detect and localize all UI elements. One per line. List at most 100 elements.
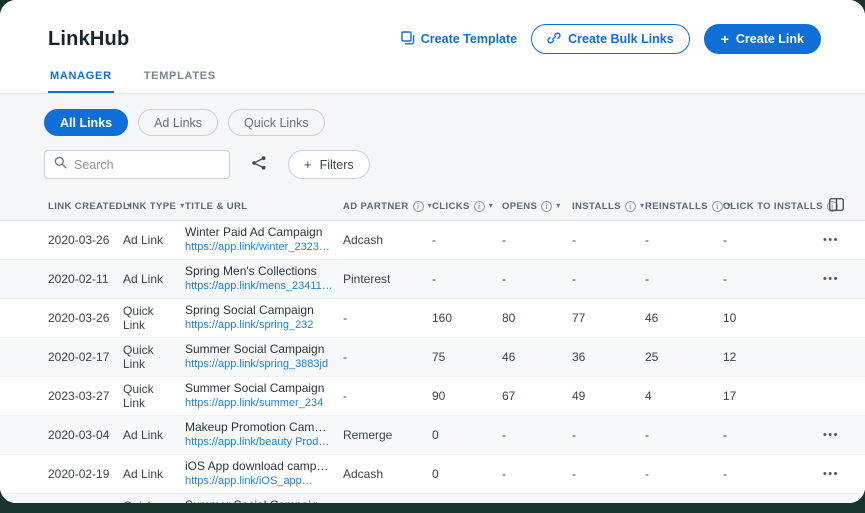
- cell-reinstalls: 4: [645, 389, 652, 403]
- cell-title-url: iOS App download campaign https://app.li…: [185, 455, 343, 493]
- cell-link-type: Quick Link: [123, 499, 185, 503]
- link-url[interactable]: https://app.link/spring_3883jd: [185, 357, 333, 372]
- cell-title-url: Winter Paid Ad Campaign https://app.link…: [185, 221, 343, 259]
- tab-templates[interactable]: TEMPLATES: [142, 64, 218, 93]
- info-icon[interactable]: i: [711, 200, 723, 212]
- cell-row-menu: •••: [813, 350, 847, 365]
- column-ad-partner[interactable]: AD PARTNER i ▾: [343, 200, 432, 212]
- link-url[interactable]: https://app.link/mens_23411_34: [185, 279, 333, 294]
- column-clicks[interactable]: CLICKS i ▾: [432, 200, 502, 212]
- cell-opens: -: [502, 467, 506, 481]
- link-url[interactable]: https://app.link/iOS_app…: [185, 474, 333, 489]
- row-menu-button[interactable]: •••: [821, 428, 841, 443]
- table-row: 2020-02-11 Ad Link Spring Men's Collecti…: [0, 260, 865, 299]
- cell-installs: 49: [572, 389, 586, 403]
- cell-link-created: 2020-03-26: [48, 233, 110, 247]
- column-picker-button[interactable]: [825, 196, 847, 216]
- column-installs[interactable]: INSTALLS i ▾: [572, 200, 645, 212]
- cell-ad-partner: -: [343, 389, 347, 403]
- cell-reinstalls: 46: [645, 311, 659, 325]
- create-template-label: Create Template: [420, 32, 518, 46]
- table-row: 2023-03-27 Quick Link Summer Social Camp…: [0, 377, 865, 416]
- cell-opens: 80: [502, 311, 516, 325]
- link-url[interactable]: https://app.link/spring_232: [185, 318, 333, 333]
- cell-link-type: Ad Link: [123, 467, 164, 481]
- table-row: 2020-03-26 Ad Link Winter Paid Ad Campai…: [0, 221, 865, 260]
- cell-link-type: Ad Link: [123, 428, 164, 442]
- create-bulk-links-button[interactable]: Create Bulk Links: [531, 24, 690, 54]
- link-title: Summer Social Campaign: [185, 342, 325, 356]
- column-link-type[interactable]: LINK TYPE ▾: [123, 201, 185, 212]
- link-url[interactable]: https://app.link/beauty Produc…: [185, 435, 333, 450]
- cell-opens: 67: [502, 389, 516, 403]
- info-icon[interactable]: i: [473, 200, 485, 212]
- cell-title-url: Summer Social Campaign https://app.link/…: [185, 377, 343, 415]
- sort-caret-icon: ▾: [180, 201, 185, 210]
- cell-click-to-installs: 17: [723, 389, 737, 403]
- share-icon: [251, 155, 267, 174]
- info-icon[interactable]: i: [624, 200, 636, 212]
- header-actions: Create Template Create Bulk Links + Crea…: [401, 24, 821, 54]
- filters-button[interactable]: + Filters: [288, 150, 370, 179]
- cell-title-url: Makeup Promotion Campaign https://app.li…: [185, 416, 343, 454]
- cell-clicks: -: [432, 233, 436, 247]
- cell-link-type: Ad Link: [123, 233, 164, 247]
- create-link-label: Create Link: [735, 32, 804, 46]
- column-opens[interactable]: OPENS i ▾: [502, 200, 572, 212]
- row-menu-button[interactable]: •••: [821, 272, 841, 287]
- create-link-button[interactable]: + Create Link: [703, 24, 821, 54]
- link-title: Summer Social Campaign 2022: [185, 498, 333, 503]
- cell-clicks: 160: [432, 311, 453, 325]
- cell-installs: -: [572, 428, 576, 442]
- cell-title-url: Spring Men's Collections https://app.lin…: [185, 260, 343, 298]
- cell-row-menu: •••: [813, 389, 847, 404]
- create-template-button[interactable]: Create Template: [401, 30, 518, 48]
- search-input[interactable]: [74, 157, 235, 172]
- sort-caret-icon: ▾: [639, 201, 645, 210]
- link-title: Winter Paid Ad Campaign: [185, 225, 323, 239]
- cell-title-url: Summer Social Campaign https://app.link/…: [185, 338, 343, 376]
- cell-opens: 46: [502, 350, 516, 364]
- column-link-created[interactable]: LINK CREATED ▾: [48, 201, 131, 212]
- link-title: Spring Men's Collections: [185, 264, 317, 278]
- column-label: TITLE & URL: [185, 200, 248, 212]
- cell-click-to-installs: -: [723, 233, 727, 247]
- plus-icon: +: [720, 31, 729, 47]
- link-title: Makeup Promotion Campaign: [185, 420, 333, 434]
- column-label: OPENS: [502, 200, 538, 212]
- column-reinstalls[interactable]: REINSTALLS i ▾: [645, 200, 731, 212]
- cell-link-created: 2020-03-04: [48, 428, 110, 442]
- table-row: 2020-03-26 Quick Link Spring Social Camp…: [0, 299, 865, 338]
- cell-click-to-installs: -: [723, 467, 727, 481]
- cell-clicks: 0: [432, 428, 439, 442]
- link-url[interactable]: https://app.link/winter_232341134: [185, 240, 333, 255]
- info-icon[interactable]: i: [541, 200, 553, 212]
- chip-all-links[interactable]: All Links: [44, 109, 129, 136]
- plus-icon: +: [304, 157, 312, 172]
- cell-click-to-installs: -: [723, 428, 727, 442]
- chip-quick-links[interactable]: Quick Links: [228, 109, 325, 136]
- link-url[interactable]: https://app.link/summer_234: [185, 396, 333, 411]
- row-menu-button[interactable]: •••: [821, 233, 841, 248]
- cell-clicks: 90: [432, 389, 446, 403]
- search-box: [44, 150, 235, 179]
- link-title: iOS App download campaign: [185, 459, 333, 473]
- cell-clicks: 75: [432, 350, 446, 364]
- share-button[interactable]: [244, 150, 274, 179]
- link-type-chips: All Links Ad Links Quick Links: [44, 109, 865, 136]
- chip-ad-links[interactable]: Ad Links: [138, 109, 219, 136]
- cell-ad-partner: Adcash: [343, 233, 384, 247]
- column-label: CLICK TO INSTALLS: [723, 200, 823, 212]
- cell-link-created: 2020-02-11: [48, 272, 109, 286]
- row-menu-button[interactable]: •••: [821, 467, 841, 482]
- cell-link-created: 2020-02-19: [48, 467, 110, 481]
- create-bulk-links-label: Create Bulk Links: [568, 32, 674, 46]
- cell-click-to-installs: 10: [723, 311, 737, 325]
- table-header: LINK CREATED ▾ LINK TYPE ▾ TITLE & URL A…: [0, 192, 865, 221]
- info-icon[interactable]: i: [412, 200, 424, 212]
- tab-manager[interactable]: MANAGER: [48, 64, 114, 93]
- table-row: 2020-02-17 Quick Link Summer Social Camp…: [0, 338, 865, 377]
- column-picker: [813, 196, 847, 216]
- table-row: 2021-08-20 Quick Link Summer Social Camp…: [0, 494, 865, 503]
- cell-ad-partner: Adcash: [343, 467, 384, 481]
